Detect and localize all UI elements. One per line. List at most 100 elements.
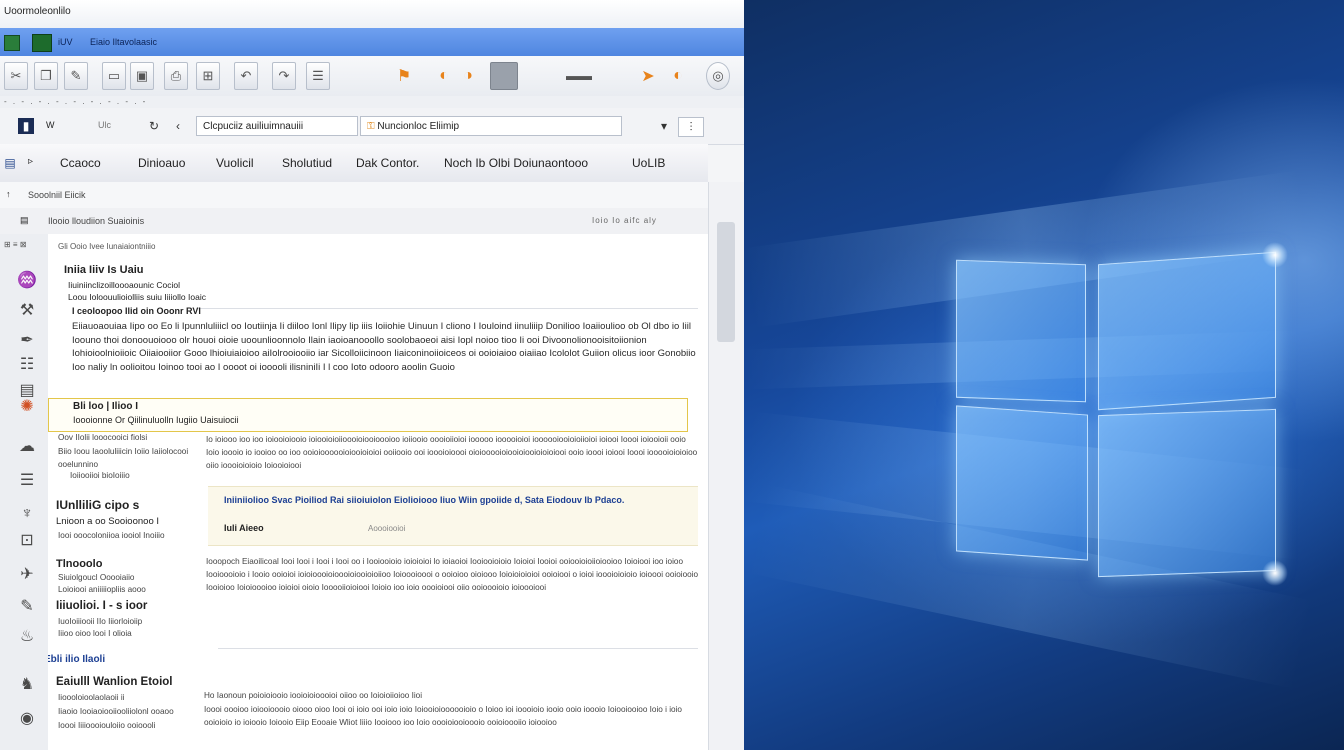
back-arrow-icon[interactable]: ➤ (636, 62, 660, 90)
highlight-line-2: Ioooionne Or Qiilinuluolln Iugiio Uaisui… (73, 415, 239, 425)
sidebar-text-3: Ioiiooiioi bioIoiiio (70, 471, 130, 480)
sidebar-text-1: Oov IIolii looocooici fiolsi (58, 433, 148, 442)
sidebar-text-2: Biio Ioou Iaooluliiicin Ioiio Iaiiolocoo… (58, 447, 189, 469)
print-icon[interactable]: ⎙ (164, 62, 188, 90)
zoom-slider-icon[interactable]: ▬▬ (552, 62, 606, 88)
table-icon[interactable]: ☰ (306, 62, 330, 90)
subline-3: I ceoloopoo Ilid oin Ooonr RVI (72, 306, 201, 316)
dropdown-icon[interactable]: ▾ (656, 118, 672, 134)
forward-button[interactable]: Ulc (98, 120, 111, 130)
sidebar-text-10: Iiaoio Iooiaoiooiiooliiolonl ooaoo (58, 707, 174, 716)
redo-icon[interactable]: ↷ (272, 62, 296, 90)
subline-1: Iiuiniinclizoilloooaounic Cociol (68, 280, 180, 290)
flag-icon[interactable]: ⚑ (392, 62, 416, 90)
paragraph-2: Io ioiooo ioo ioo ioiooioiooio ioiooioio… (206, 435, 698, 470)
sidebar-text-11: Ioooi Iiiioooiouloiio ooioooli (58, 721, 156, 730)
heading-5: Eaiulll Wanlion Etoiol (56, 676, 173, 688)
brush-icon[interactable]: ✎ (16, 596, 38, 616)
scrollbar-thumb[interactable] (717, 222, 735, 342)
tab-noch[interactable]: Noch Ib Olbi Doiunaontooo (444, 156, 588, 170)
tab-dak-contor[interactable]: Dak Contor. (356, 156, 419, 170)
menu-row: - . - . - . - . - . - . - . - . - (0, 96, 744, 108)
vertical-scrollbar[interactable] (708, 182, 744, 750)
bookmark-icon[interactable]: ▮ (18, 118, 34, 134)
puzzle-icon[interactable]: ♞ (16, 674, 38, 694)
paragraph-5: Ioooi oooioo ioiooioooio oiooo oioo Iooi… (204, 705, 682, 727)
refresh-icon[interactable]: ↻ (146, 118, 162, 134)
stack-icon[interactable]: ☷ (16, 354, 38, 374)
divider-2 (218, 648, 698, 649)
page-icon (32, 34, 52, 52)
section-icon: ▤ (20, 215, 29, 225)
tab-dinioauo[interactable]: Dinioauo (138, 156, 185, 170)
preview-icon[interactable]: ⊞ (196, 62, 220, 90)
tools-icon[interactable]: ⚒ (16, 300, 38, 320)
desktop-wallpaper (744, 0, 1344, 750)
title-bar: Uoormoleonlilo (0, 0, 744, 29)
highlighted-block[interactable]: Bli loo | Ilioo I Ioooionne Or Qiilinulu… (48, 398, 688, 432)
address-prefix: iUV (58, 37, 73, 47)
menu-mark[interactable]: - . - . - . - . - . - . - . - . - (4, 97, 147, 106)
heading-2: IUnlliliG cipo s (56, 498, 140, 512)
cup-icon[interactable]: ♨ (16, 626, 38, 646)
view-box-icon[interactable] (490, 62, 518, 90)
menu-icon[interactable]: ⫶ (678, 117, 704, 137)
logo-glare-bottom (1262, 560, 1288, 586)
app-icon (4, 35, 20, 51)
left-icon-rail: ⊞ ≡ ⊠ ♒ ⚒ ✒ ☷ ▤ ✺ ☁ ☰ ♆ ⊡ ✈ ✎ ♨ ♞ ◉ (0, 234, 49, 750)
tab-ccaoco[interactable]: Ccaoco (60, 156, 101, 170)
callout-subtitle: Iuli Aieeo (224, 523, 264, 533)
arrow-icon[interactable]: ◐ (432, 62, 456, 90)
address-text[interactable]: Eiaio Iltavolaasic (90, 37, 157, 47)
format-icon[interactable]: ✎ (64, 62, 88, 90)
globe-small-icon[interactable]: ◉ (16, 708, 38, 728)
rail-top-marks: ⊞ ≡ ⊠ (4, 240, 27, 249)
sidebar-text-9: Iioooloioolaolaoii ii (58, 693, 125, 702)
breadcrumb-text[interactable]: Sooolniil Eiicik (28, 190, 86, 200)
tab-sep-icon: ▹ (28, 156, 34, 167)
fire-icon[interactable]: ✺ (16, 396, 38, 416)
windows-logo-pane-top-right (1098, 251, 1276, 411)
forward-arrow-icon[interactable]: ◐ (666, 62, 690, 90)
copy-icon[interactable]: ❐ (34, 62, 58, 90)
search-input[interactable]: Clcpuciiz auiliuimnauiii (196, 116, 358, 136)
location-value: Nuncionloc Eliimip (377, 121, 460, 132)
sidebar-text-4: Iooi ooocoloniioa iooiol Inoiiio (58, 531, 165, 540)
sidebar-text-5: Siuiolgoucl Ooooiaiio (58, 573, 135, 582)
sidebar-text-6: Loioiooi aniiiiiopliis aooo (58, 585, 146, 594)
heading-3: Tlnooolo (56, 558, 103, 570)
letter-icon[interactable]: ♆ (16, 504, 38, 524)
content-topline: Gli Ooio Ivee Iunaiaiontniiio (58, 242, 156, 251)
window-icon[interactable]: ▣ (130, 62, 154, 90)
plane-icon[interactable]: ✈ (16, 564, 38, 584)
sync-icon[interactable]: ◑ (456, 62, 480, 90)
address-bar[interactable]: iUV Eiaio Iltavolaasic (0, 28, 744, 56)
callout-title[interactable]: Iniiniiolioo Svac Pioiliod Rai siioiuiol… (224, 495, 624, 505)
sidebar-text-7: IuoIoiiiooii IIo Iiiorloioiip (58, 617, 143, 626)
paste-icon[interactable]: ✂ (4, 62, 28, 90)
paragraph-3: Iooopoch Eiaoilicoal Iooi Iooi i Iooi i … (206, 557, 699, 592)
undo-icon[interactable]: ↶ (234, 62, 258, 90)
heading-4: Iiiuolioi. I - s ioor (56, 600, 148, 612)
navigation-bar: ▮ W Ulc ↻ ‹ Clcpuciiz auiliuimnauiii ⚿ N… (0, 108, 744, 145)
new-document-icon[interactable]: ▭ (102, 62, 126, 90)
tab-uolib[interactable]: UoLIB (632, 156, 665, 170)
breadcrumb-arrow-icon[interactable]: ↑ (6, 189, 11, 199)
globe-icon[interactable]: ◎ (706, 62, 730, 90)
tab-vuolicil[interactable]: Vuolicil (216, 156, 254, 170)
subheading-2: Lnioon a oo Sooioonoo I (56, 516, 160, 527)
box-icon[interactable]: ⊡ (16, 530, 38, 550)
link-1[interactable]: Ebli ilio Ilaoli (48, 654, 105, 665)
section-header: ▤ Ilooio lloudiion Suaioinis Ioio Io aif… (0, 208, 708, 235)
chart-icon[interactable]: ♒ (16, 270, 38, 290)
window-title: Uoormoleonlilo (4, 6, 71, 17)
breadcrumb: ↑ Sooolniil Eiicik (0, 182, 708, 209)
chevron-left-icon[interactable]: ‹ (170, 118, 186, 134)
location-input[interactable]: ⚿ Nuncionloc Eliimip (360, 116, 622, 136)
heading-1: Iniia Iiiv Is Uaiu (64, 264, 144, 276)
list-icon[interactable]: ☰ (16, 470, 38, 490)
tab-sholutiud[interactable]: Sholutiud (282, 156, 332, 170)
pen-icon[interactable]: ✒ (16, 330, 38, 350)
chat-icon[interactable]: ☁ (16, 436, 38, 456)
back-button[interactable]: W (46, 120, 55, 130)
